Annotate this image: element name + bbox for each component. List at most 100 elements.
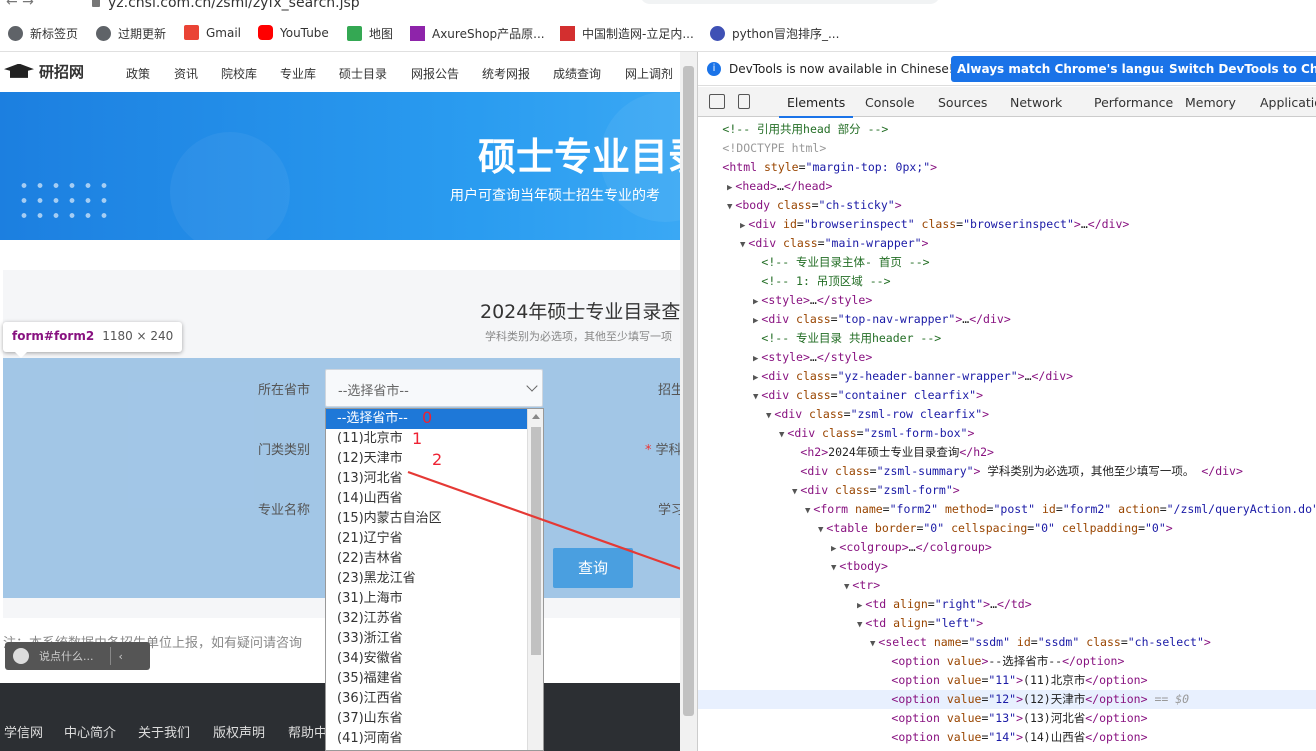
province-option[interactable]: (41)河南省 — [326, 729, 543, 749]
scroll-up-icon[interactable] — [532, 414, 540, 419]
province-option[interactable]: (37)山东省 — [326, 709, 543, 729]
dom-tree-line[interactable]: ▼ <div class="main-wrapper"> — [698, 234, 928, 253]
switch-language-button[interactable]: Switch DevTools to Chinese — [1163, 56, 1316, 82]
footer-link[interactable]: 帮助中 — [288, 722, 327, 741]
dom-tree-line[interactable]: ▶ <colgroup>…</colgroup> — [698, 538, 992, 557]
province-option[interactable]: (21)辽宁省 — [326, 529, 543, 549]
dom-tree-line[interactable]: ▶<h2>2024年硕士专业目录查询</h2> — [698, 443, 994, 462]
dom-tree-line[interactable]: ▶<option value>--选择省市--</option> — [698, 652, 1124, 671]
bookmark-maps[interactable]: 地图 — [347, 25, 393, 42]
tab-network[interactable]: Network — [1010, 95, 1062, 110]
province-option[interactable]: (35)福建省 — [326, 669, 543, 689]
nav-item[interactable]: 硕士目录 — [339, 65, 387, 82]
footer-link[interactable]: 学信网 — [4, 722, 43, 741]
dom-tree-line[interactable]: ▼ <body class="ch-sticky"> — [698, 196, 902, 215]
scroll-thumb[interactable] — [531, 427, 541, 655]
inspect-element-icon[interactable] — [709, 94, 725, 109]
nav-item[interactable]: 专业库 — [280, 65, 316, 82]
bookmark-update[interactable]: 过期更新 — [96, 25, 166, 42]
dom-tree[interactable]: ▶<!-- 引用共用head 部分 -->▶<!DOCTYPE html>▶<h… — [698, 118, 1316, 751]
province-option[interactable]: (36)江西省 — [326, 689, 543, 709]
bookmark-youtube[interactable]: YouTube — [258, 25, 329, 40]
dom-tree-line[interactable]: ▼ <tbody> — [698, 557, 888, 576]
dom-tree-line[interactable]: ▶<option value="11">(11)北京市</option> — [698, 671, 1147, 690]
dom-tree-line[interactable]: ▶<!-- 1: 吊顶区域 --> — [698, 272, 890, 291]
footer-link[interactable]: 版权声明 — [213, 722, 265, 741]
nav-item[interactable]: 政策 — [126, 65, 150, 82]
dropdown-scrollbar[interactable] — [527, 409, 543, 750]
province-select[interactable]: --选择省市-- — [325, 369, 543, 407]
dom-tree-line[interactable]: ▶ <td align="right">…</td> — [698, 595, 1032, 614]
query-button[interactable]: 查询 — [553, 548, 633, 588]
nav-item[interactable]: 统考网报 — [482, 65, 530, 82]
dom-tree-line[interactable]: ▼ <div class="zsml-row clearfix"> — [698, 405, 989, 424]
dom-tree-line[interactable]: ▶<!-- 专业目录主体- 首页 --> — [698, 253, 929, 272]
province-option[interactable]: (13)河北省 — [326, 469, 543, 489]
device-toolbar-icon[interactable] — [738, 94, 750, 109]
annotation-0: 0 — [422, 408, 433, 427]
chat-widget[interactable]: 说点什么... ‹ — [5, 642, 150, 670]
globe-icon — [96, 26, 111, 41]
dom-tree-line[interactable]: ▶ <style>…</style> — [698, 348, 872, 367]
dom-tree-line[interactable]: ▼ <select name="ssdm" id="ssdm" class="ch… — [698, 633, 1211, 652]
dom-tree-line[interactable]: ▶<!-- 引用共用head 部分 --> — [698, 120, 888, 139]
dom-tree-line[interactable]: ▶<option value="12">(12)天津市</option> == … — [698, 690, 1316, 709]
dom-tree-line[interactable]: ▶<option value="13">(13)河北省</option> — [698, 709, 1147, 728]
page-scrollbar[interactable] — [680, 52, 697, 751]
collapse-icon[interactable]: ‹ — [119, 650, 123, 663]
dom-tree-line[interactable]: ▼ <table border="0" cellspacing="0" cellp… — [698, 519, 1173, 538]
dom-tree-line[interactable]: ▼ <div class="container clearfix"> — [698, 386, 983, 405]
discipline-label: * 学科 — [645, 443, 680, 458]
dom-tree-line[interactable]: ▶<div class="zsml-summary"> 学科类别为必选项，其他至… — [698, 462, 1242, 481]
province-option[interactable]: --选择省市-- — [326, 409, 543, 429]
dom-tree-line[interactable]: ▼ <tr> — [698, 576, 880, 595]
dom-tree-line[interactable]: ▶ <div id="browserinspect" class="browser… — [698, 215, 1129, 234]
address-bar[interactable]: ← → yz.chsi.com.cn/zsml/zyfx_search.jsp — [0, 0, 1316, 14]
site-logo[interactable]: 研招网 — [4, 61, 84, 82]
dom-tree-line[interactable]: ▶<option value="14">(14)山西省</option> — [698, 728, 1147, 747]
province-option[interactable]: (31)上海市 — [326, 589, 543, 609]
annotation-2: 2 — [432, 450, 443, 469]
dom-tree-line[interactable]: ▼ <form name="form2" method="post" id="fo… — [698, 500, 1316, 519]
bookmark-axureshop[interactable]: AxureShop产品原... — [410, 25, 545, 42]
bookmark-made-in-china[interactable]: 中国制造网-立足内... — [560, 25, 694, 42]
bookmark-gmail[interactable]: Gmail — [184, 25, 241, 40]
dom-tree-line[interactable]: ▶ <div class="yz-header-banner-wrapper">…… — [698, 367, 1073, 386]
bookmark-python[interactable]: python冒泡排序_... — [710, 25, 839, 42]
nav-item[interactable]: 资讯 — [174, 65, 198, 82]
bookmark-new-tab[interactable]: 新标签页 — [8, 25, 78, 42]
tab-console[interactable]: Console — [865, 95, 915, 110]
dom-tree-line[interactable]: ▼ <td align="left"> — [698, 614, 983, 633]
dom-tree-line[interactable]: ▼ <div class="zsml-form"> — [698, 481, 960, 500]
tab-elements[interactable]: Elements — [778, 95, 854, 118]
dom-tree-line[interactable]: ▶<!-- 专业目录 共用header --> — [698, 329, 941, 348]
province-option[interactable]: (23)黑龙江省 — [326, 569, 543, 589]
dom-tree-line[interactable]: ▼ <div class="zsml-form-box"> — [698, 424, 974, 443]
dom-tree-line[interactable]: ▶ <head>…</head> — [698, 177, 832, 196]
nav-item[interactable]: 网上调剂 — [625, 65, 673, 82]
scroll-thumb[interactable] — [683, 66, 694, 716]
tab-application[interactable]: Application — [1260, 95, 1316, 110]
province-option[interactable]: (33)浙江省 — [326, 629, 543, 649]
back-forward-icon[interactable]: ← → — [6, 0, 34, 10]
nav-item[interactable]: 网报公告 — [411, 65, 459, 82]
dom-tree-line[interactable]: ▶<!DOCTYPE html> — [698, 139, 826, 158]
tab-performance[interactable]: Performance — [1094, 95, 1173, 110]
province-option[interactable]: (32)江苏省 — [326, 609, 543, 629]
province-option[interactable]: (34)安徽省 — [326, 649, 543, 669]
match-language-button[interactable]: Always match Chrome's language — [951, 56, 1191, 82]
url-text[interactable]: yz.chsi.com.cn/zsml/zyfx_search.jsp — [108, 0, 360, 11]
dom-tree-line[interactable]: ▶ <style>…</style> — [698, 291, 872, 310]
footer-link[interactable]: 关于我们 — [138, 722, 190, 741]
tab-sources[interactable]: Sources — [938, 95, 987, 110]
dom-tree-line[interactable]: ▶<html style="margin-top: 0px;"> — [698, 158, 937, 177]
footer-link[interactable]: 中心简介 — [64, 722, 116, 741]
nav-item[interactable]: 院校库 — [221, 65, 257, 82]
province-option[interactable]: (22)吉林省 — [326, 549, 543, 569]
province-option[interactable]: (11)北京市 — [326, 429, 543, 449]
dom-tree-line[interactable]: ▶ <div class="top-nav-wrapper">…</div> — [698, 310, 1011, 329]
province-option[interactable]: (14)山西省 — [326, 489, 543, 509]
nav-item[interactable]: 成绩查询 — [553, 65, 601, 82]
tab-memory[interactable]: Memory — [1185, 95, 1236, 110]
province-option[interactable]: (15)内蒙古自治区 — [326, 509, 543, 529]
